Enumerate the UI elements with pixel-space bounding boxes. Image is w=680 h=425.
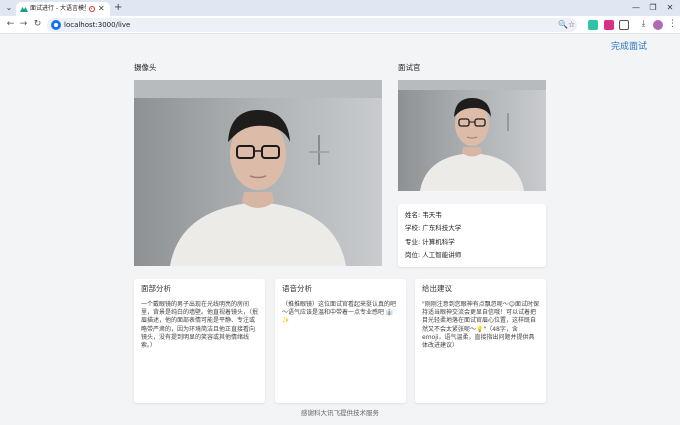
info-major: 专业: 计算机科学 [405, 237, 455, 246]
finish-interview-button[interactable]: 完成面试 [611, 41, 647, 53]
forward-icon[interactable]: → [18, 19, 29, 30]
suggestion-panel: 给出建议 "刚刚注意到您眼神有点飘忽呢～😊面试时保持适当眼神交流会更显自信哦！可… [415, 279, 546, 403]
suggestion-text: "刚刚注意到您眼神有点飘忽呢～😊面试时保持适当眼神交流会更显自信哦！可以试着把目… [422, 301, 540, 350]
address-bar[interactable]: localhost:3000/live 🔍 ☆ [47, 18, 577, 32]
face-analysis-text: 一个戴眼镜的男子出现在光线明亮的房间里，背景是纯白的墙壁。他直视着镜头，（抿眉描… [141, 301, 259, 350]
voice-analysis-title: 语音分析 [282, 284, 312, 293]
window-close-icon[interactable]: ✕ [664, 2, 676, 14]
info-name: 姓名: 韦天韦 [405, 211, 442, 219]
tab-menu-icon[interactable]: ⌄ [4, 3, 14, 13]
browser-menu-icon[interactable]: ⋮ [667, 19, 678, 30]
favicon-icon [20, 7, 28, 12]
extension-pink-icon[interactable] [604, 20, 614, 30]
site-info-icon[interactable] [51, 20, 61, 30]
close-tab-icon[interactable]: ✕ [98, 4, 105, 14]
interview-page: 完成面试 摄像头 面试官 姓名: 韦天韦 学校: 广东科技大学 专业: 计算机科… [0, 35, 680, 425]
face-analysis-panel: 面部分析 一个戴眼镜的男子出现在光线明亮的房间里，背景是纯白的墙壁。他直视着镜头… [134, 279, 265, 403]
bookmark-star-icon[interactable]: ☆ [568, 19, 575, 31]
voice-analysis-text: （推推眼镜）这位面试官看起来挺认真的吧～语气应该是温和中带着一点专业感吧 👔✨ [282, 301, 397, 325]
suggestion-title: 给出建议 [422, 284, 452, 293]
interviewer-feed-image [398, 80, 546, 191]
info-position: 岗位: 人工智能讲师 [405, 251, 462, 260]
download-icon[interactable]: ⤓ [638, 19, 649, 30]
extension-icon[interactable] [588, 20, 598, 30]
browser-tab-bar: ⌄ 面试进行 - 大语言模型多模 ✕ + — ❐ ✕ [0, 0, 680, 16]
url-text[interactable]: localhost:3000/live [64, 19, 130, 31]
interviewer-label: 面试官 [398, 63, 421, 72]
back-icon[interactable]: ← [5, 19, 16, 30]
minimize-icon[interactable]: — [630, 2, 642, 14]
interviewer-video [398, 80, 546, 191]
maximize-icon[interactable]: ❐ [647, 2, 659, 14]
reload-icon[interactable]: ↻ [32, 19, 43, 30]
browser-toolbar: ← → ↻ localhost:3000/live 🔍 ☆ ⤓ ⋮ [0, 16, 680, 34]
profile-avatar-icon[interactable] [653, 20, 663, 30]
footer-credit: 感谢科大讯飞提供技术服务 [301, 409, 379, 417]
camera-video [134, 80, 382, 266]
camera-label: 摄像头 [134, 63, 157, 72]
interviewer-info-card: 姓名: 韦天韦 学校: 广东科技大学 专业: 计算机科学 岗位: 人工智能讲师 [398, 204, 546, 267]
extensions-puzzle-icon[interactable] [619, 20, 629, 30]
tab-title: 面试进行 - 大语言模型多模 [30, 5, 86, 12]
new-tab-icon[interactable]: + [114, 2, 122, 14]
recording-icon [89, 6, 95, 12]
voice-analysis-panel: 语音分析 （推推眼镜）这位面试官看起来挺认真的吧～语气应该是温和中带着一点专业感… [275, 279, 406, 403]
browser-tab[interactable]: 面试进行 - 大语言模型多模 ✕ [16, 2, 110, 16]
info-school: 学校: 广东科技大学 [405, 224, 462, 233]
camera-feed-image [134, 80, 382, 266]
zoom-icon[interactable]: 🔍 [558, 19, 568, 31]
face-analysis-title: 面部分析 [141, 284, 171, 293]
